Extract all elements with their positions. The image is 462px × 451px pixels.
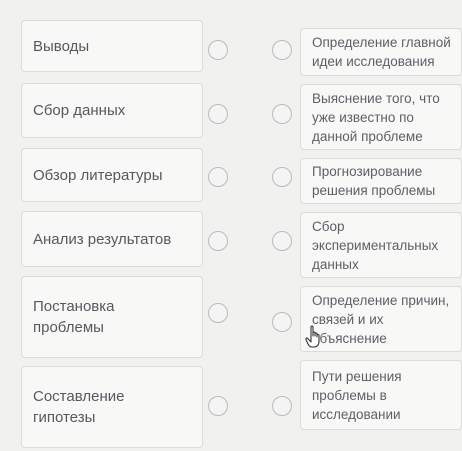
radio-circle-icon[interactable]: [208, 167, 228, 187]
hand-pointer-icon: [305, 325, 320, 348]
radio-circle-icon[interactable]: [208, 396, 228, 416]
right-item-label: Выяснение того, что уже известно по данн…: [312, 90, 440, 144]
radio-circle-icon[interactable]: [272, 312, 292, 332]
right-item-label: Сбор экспериментальных данных: [312, 218, 439, 272]
radio-circle-icon[interactable]: [272, 40, 292, 60]
right-item-label: Определение причин, связей и их объяснен…: [312, 292, 450, 346]
right-item-label: Определение главной идеи исследования: [312, 35, 451, 69]
left-item-label: Составление гипотезы: [33, 388, 125, 426]
radio-circle-icon[interactable]: [272, 104, 292, 124]
right-item-forecasting[interactable]: Прогнозирование решения проблемы: [300, 158, 462, 204]
left-item-label: Анализ результатов: [33, 230, 172, 248]
left-item-label: Выводы: [33, 37, 90, 55]
left-item-hypothesis[interactable]: Составление гипотезы: [21, 366, 203, 448]
radio-circle-icon[interactable]: [272, 231, 292, 251]
right-item-experimental-data[interactable]: Сбор экспериментальных данных: [300, 212, 462, 278]
left-item-literature-review[interactable]: Обзор литературы: [21, 148, 203, 202]
radio-circle-icon[interactable]: [208, 303, 228, 323]
right-item-main-idea[interactable]: Определение главной идеи исследования: [300, 28, 462, 76]
right-item-causes[interactable]: Определение причин, связей и их объяснен…: [300, 286, 462, 352]
left-item-conclusions[interactable]: Выводы: [21, 20, 203, 72]
right-item-known-info[interactable]: Выяснение того, что уже известно по данн…: [300, 84, 462, 150]
left-item-data-collection[interactable]: Сбор данных: [21, 83, 203, 138]
left-item-label: Обзор литературы: [33, 166, 163, 184]
right-item-label: Прогнозирование решения проблемы: [312, 164, 436, 198]
radio-circle-icon[interactable]: [272, 396, 292, 416]
left-item-results-analysis[interactable]: Анализ результатов: [21, 211, 203, 267]
radio-circle-icon[interactable]: [208, 104, 228, 124]
left-item-label: Постановка проблемы: [33, 298, 115, 336]
radio-circle-icon[interactable]: [208, 40, 228, 60]
left-item-label: Сбор данных: [33, 102, 126, 119]
radio-circle-icon[interactable]: [272, 167, 292, 187]
radio-circle-icon[interactable]: [208, 231, 228, 251]
right-item-label: Пути решения проблемы в исследовании: [312, 368, 402, 422]
left-item-problem-statement[interactable]: Постановка проблемы: [21, 276, 203, 358]
right-item-solution-paths[interactable]: Пути решения проблемы в исследовании: [300, 360, 462, 430]
